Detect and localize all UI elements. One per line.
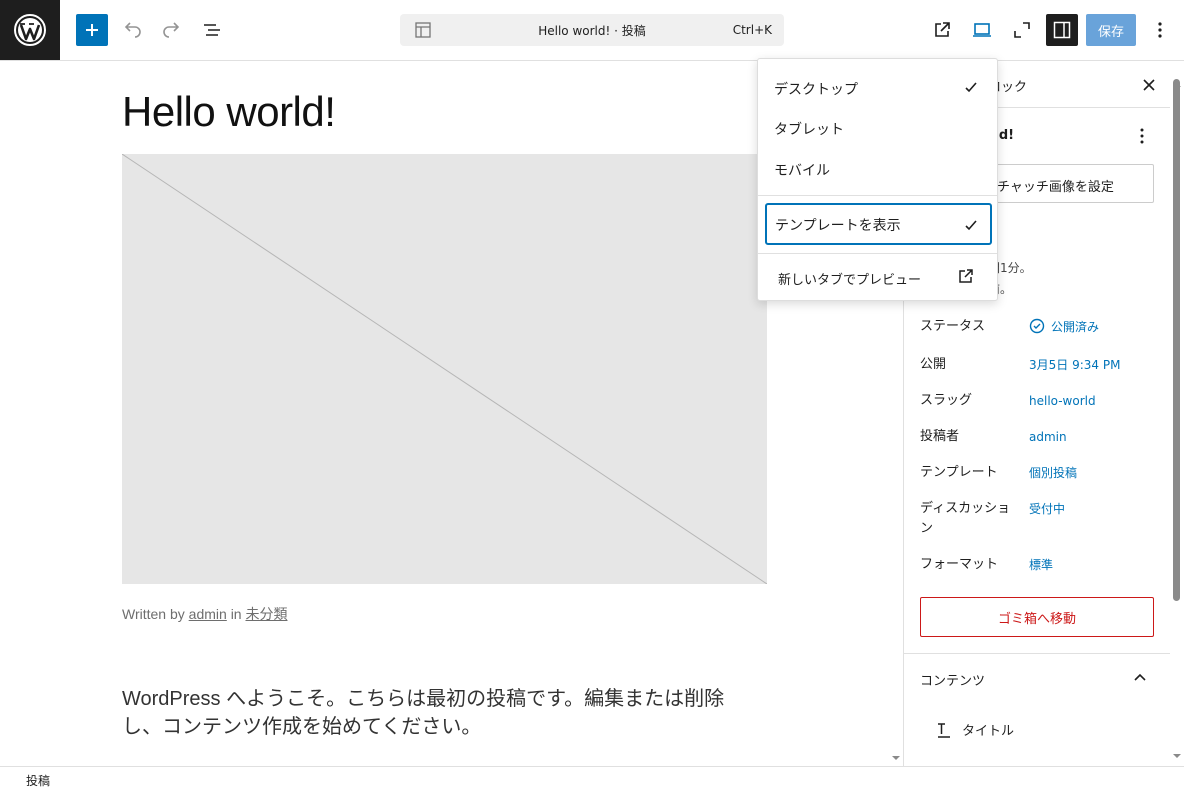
status-text: 公開済み bbox=[1051, 320, 1100, 334]
meta-prefix: Written by bbox=[122, 606, 185, 622]
set-featured-image-label: チャッチ画像を設定 bbox=[997, 180, 1114, 195]
settings-toggle-button[interactable] bbox=[1046, 14, 1078, 46]
meta-in: in bbox=[230, 606, 242, 622]
row-label: 投稿者 bbox=[920, 429, 960, 444]
featured-image-placeholder[interactable] bbox=[121, 153, 768, 585]
status-value[interactable]: 公開済み bbox=[1029, 317, 1099, 337]
wordpress-logo-icon bbox=[14, 14, 46, 46]
wordpress-logo[interactable] bbox=[0, 0, 60, 60]
menu-item-show-template[interactable]: テンプレートを表示 bbox=[765, 203, 992, 245]
menu-item-label: モバイル bbox=[774, 163, 830, 179]
row-label: テンプレート bbox=[920, 465, 998, 480]
row-label: フォーマット bbox=[920, 557, 999, 572]
post-title[interactable]: Hello world! bbox=[122, 88, 336, 136]
command-palette-bar[interactable]: Hello world! · 投稿 Ctrl+K bbox=[400, 14, 784, 46]
move-to-trash-button[interactable]: ゴミ箱へ移動 bbox=[920, 597, 1154, 637]
editor-header: Hello world! · 投稿 Ctrl+K 保存 bbox=[0, 0, 1184, 61]
menu-item-tablet[interactable]: タブレット bbox=[758, 109, 999, 145]
row-label: 公開 bbox=[920, 357, 947, 372]
published-check-icon bbox=[1029, 318, 1045, 334]
slug-value[interactable]: hello-world bbox=[1029, 391, 1096, 411]
options-menu-button[interactable] bbox=[1144, 14, 1176, 46]
category-link[interactable]: 未分類 bbox=[245, 606, 287, 622]
divider bbox=[758, 253, 997, 254]
sidebar-scroll-thumb[interactable] bbox=[1173, 79, 1180, 601]
template-value[interactable]: 個別投稿 bbox=[1029, 463, 1077, 483]
sidebar-icon bbox=[1053, 21, 1071, 39]
menu-item-desktop[interactable]: デスクトップ bbox=[758, 69, 999, 105]
external-link-icon bbox=[935, 22, 950, 37]
content-panel-heading[interactable]: コンテンツ bbox=[920, 670, 985, 689]
command-shortcut: Ctrl+K bbox=[732, 23, 772, 37]
placeholder-diagonal bbox=[121, 153, 768, 585]
row-label: ディスカッション bbox=[920, 501, 1011, 536]
publish-date-value[interactable]: 3月5日 9:34 PM bbox=[1029, 355, 1120, 375]
format-value[interactable]: 標準 bbox=[1029, 555, 1053, 575]
row-label: スラッグ bbox=[920, 393, 973, 408]
breadcrumb-item[interactable]: 投稿 bbox=[26, 772, 50, 789]
menu-item-label: テンプレートを表示 bbox=[775, 218, 901, 234]
block-breadcrumb-bar: 投稿 bbox=[0, 766, 1184, 791]
kebab-icon bbox=[1158, 22, 1162, 38]
menu-item-preview-new-tab[interactable]: 新しいタブでプレビュー bbox=[778, 269, 921, 288]
check-icon bbox=[965, 82, 977, 93]
chevron-up-icon[interactable] bbox=[1132, 670, 1148, 686]
author-link[interactable]: admin bbox=[189, 606, 227, 622]
check-icon bbox=[965, 220, 977, 231]
divider bbox=[758, 195, 997, 196]
divider bbox=[904, 653, 1170, 654]
author-value[interactable]: admin bbox=[1029, 427, 1067, 447]
undo-button[interactable] bbox=[116, 14, 148, 46]
undo-icon bbox=[124, 22, 141, 38]
fullscreen-button[interactable] bbox=[1006, 14, 1038, 46]
content-item-title[interactable]: タイトル bbox=[936, 720, 1014, 739]
close-icon[interactable] bbox=[1139, 75, 1159, 95]
redo-button[interactable] bbox=[156, 14, 188, 46]
menu-item-label: デスクトップ bbox=[774, 82, 858, 98]
menu-item-mobile[interactable]: モバイル bbox=[758, 150, 999, 186]
plus-icon bbox=[86, 24, 98, 36]
save-button[interactable]: 保存 bbox=[1086, 14, 1136, 46]
fullscreen-icon bbox=[1014, 22, 1030, 38]
desktop-icon bbox=[973, 23, 991, 37]
list-view-icon bbox=[204, 24, 220, 36]
device-preview-button[interactable] bbox=[966, 14, 998, 46]
content-item-label: タイトル bbox=[962, 724, 1015, 739]
menu-item-label: タブレット bbox=[774, 122, 844, 138]
row-label: ステータス bbox=[920, 319, 986, 334]
external-link-icon bbox=[959, 269, 973, 283]
post-meta: Written by admin in 未分類 bbox=[122, 604, 287, 624]
add-block-button[interactable] bbox=[76, 14, 108, 46]
discussion-value[interactable]: 受付中 bbox=[1029, 499, 1065, 519]
list-view-button[interactable] bbox=[196, 14, 228, 46]
redo-icon bbox=[163, 22, 180, 38]
post-paragraph[interactable]: WordPress へようこそ。こちらは最初の投稿です。編集または削除し、コンテ… bbox=[122, 685, 752, 741]
title-icon bbox=[938, 723, 950, 738]
command-title: Hello world! · 投稿 bbox=[538, 24, 646, 38]
view-post-button[interactable] bbox=[926, 14, 958, 46]
preview-dropdown-menu: デスクトップ タブレット モバイル テンプレートを表示 新しいタブでプレビュー bbox=[757, 58, 998, 301]
kebab-icon[interactable] bbox=[1136, 127, 1148, 145]
